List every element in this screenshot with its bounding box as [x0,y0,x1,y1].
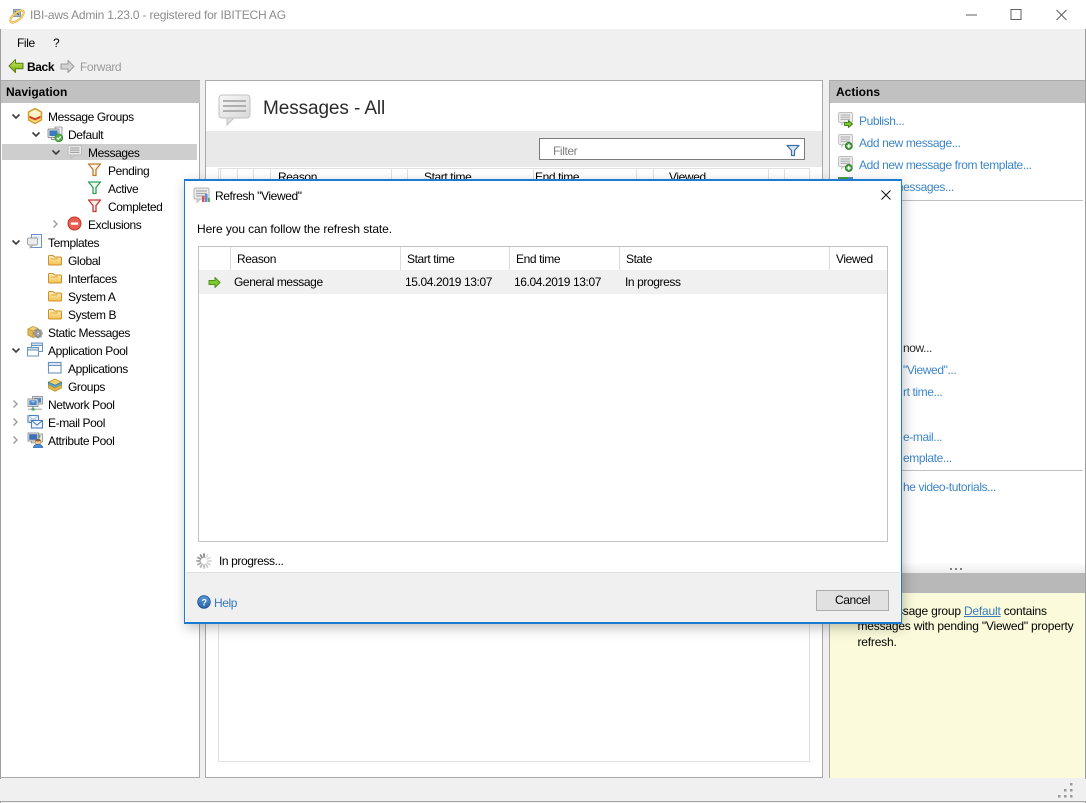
svg-text:?: ? [201,597,206,607]
